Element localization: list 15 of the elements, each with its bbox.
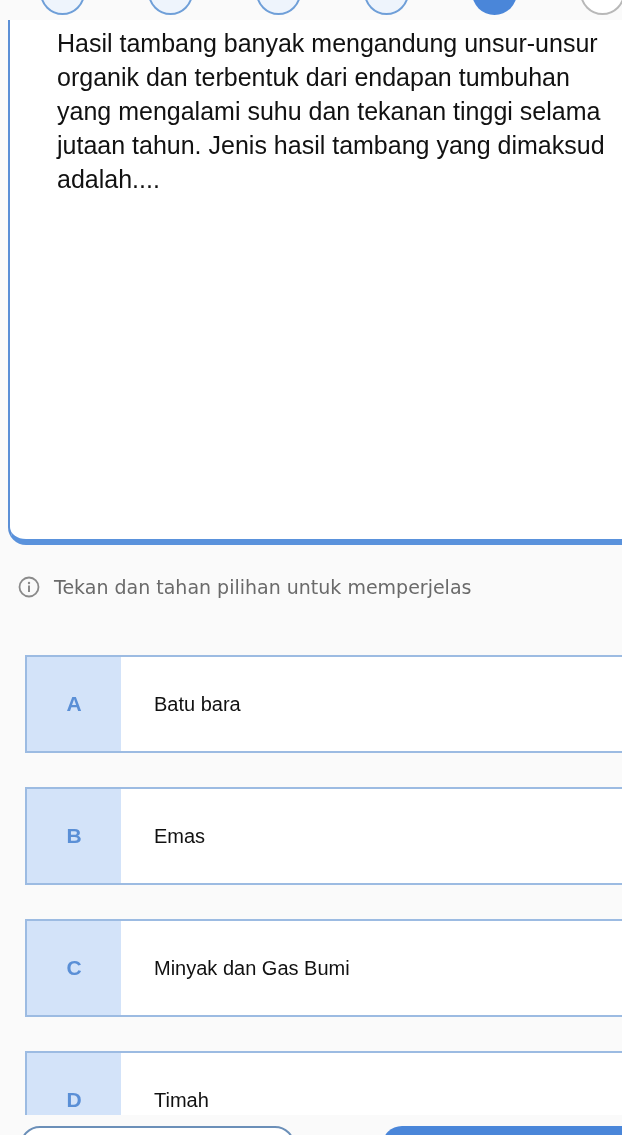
option-letter: D: [27, 1053, 121, 1115]
answer-option[interactable]: C Minyak dan Gas Bumi: [25, 919, 622, 1017]
option-text: Timah: [154, 1088, 209, 1112]
option-letter: A: [27, 657, 121, 751]
hint-text: Tekan dan tahan pilihan untuk memperjelas: [54, 576, 472, 598]
answer-option[interactable]: D Timah: [25, 1051, 622, 1115]
answer-option[interactable]: B Emas: [25, 787, 622, 885]
option-text: Emas: [154, 824, 206, 848]
option-letter: B: [27, 789, 121, 883]
option-text: Batu bara: [154, 692, 241, 716]
answer-option[interactable]: A Batu bara: [25, 655, 622, 753]
option-text: Minyak dan Gas Bumi: [154, 956, 350, 980]
info-icon: [18, 576, 40, 598]
question-text: Hasil tambang banyak mengandung unsur-unsur organik dan terbentuk dari endapan tumbuhan yang mengalami suhu dan tekanan tinggi selama jutaan tahun. Jenis hasil tambang yang dimaksud adalah....: [55, 28, 606, 195]
option-letter: C: [27, 921, 121, 1015]
